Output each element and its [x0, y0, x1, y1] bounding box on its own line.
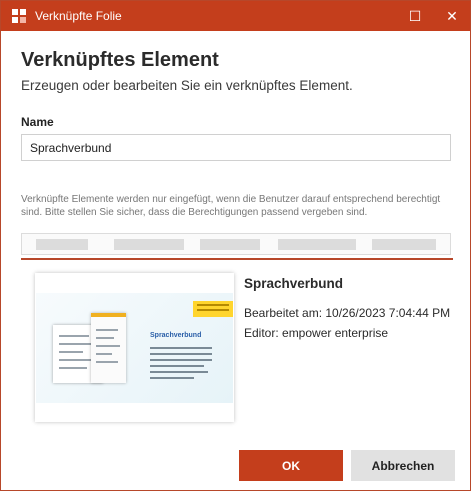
url-field-underline — [21, 258, 453, 260]
thumbnail-title: Sprachverbund — [150, 332, 202, 339]
title-bar: Verknüpfte Folie ☐ ✕ — [1, 1, 470, 31]
slide-thumbnail: Sprachverbund — [35, 273, 234, 422]
close-icon[interactable]: ✕ — [435, 1, 469, 31]
thumbnail-card-overlay — [91, 313, 126, 383]
linked-item-editor: Editor: empower enterprise — [244, 326, 389, 340]
name-input[interactable] — [21, 134, 451, 161]
cancel-button[interactable]: Abbrechen — [351, 450, 455, 481]
window-title: Verknüpfte Folie — [35, 9, 122, 23]
dialog-subheading: Erzeugen oder bearbeiten Sie ein verknüp… — [21, 78, 353, 93]
linked-slide-dialog: Verknüpfte Folie ☐ ✕ Verknüpftes Element… — [0, 0, 471, 491]
name-label: Name — [21, 115, 54, 129]
ok-button[interactable]: OK — [239, 450, 343, 481]
link-url-field[interactable] — [21, 233, 451, 255]
linked-item-title: Sprachverbund — [244, 276, 344, 291]
thumbnail-yellow-banner — [193, 301, 233, 317]
permission-notice: Verknüpfte Elemente werden nur eingefügt… — [21, 194, 441, 218]
dialog-heading: Verknüpftes Element — [21, 49, 219, 71]
linked-item-edited-date: Bearbeitet am: 10/26/2023 7:04:44 PM — [244, 306, 451, 320]
powerpoint-link-icon — [12, 9, 26, 23]
maximize-icon[interactable]: ☐ — [398, 1, 432, 31]
